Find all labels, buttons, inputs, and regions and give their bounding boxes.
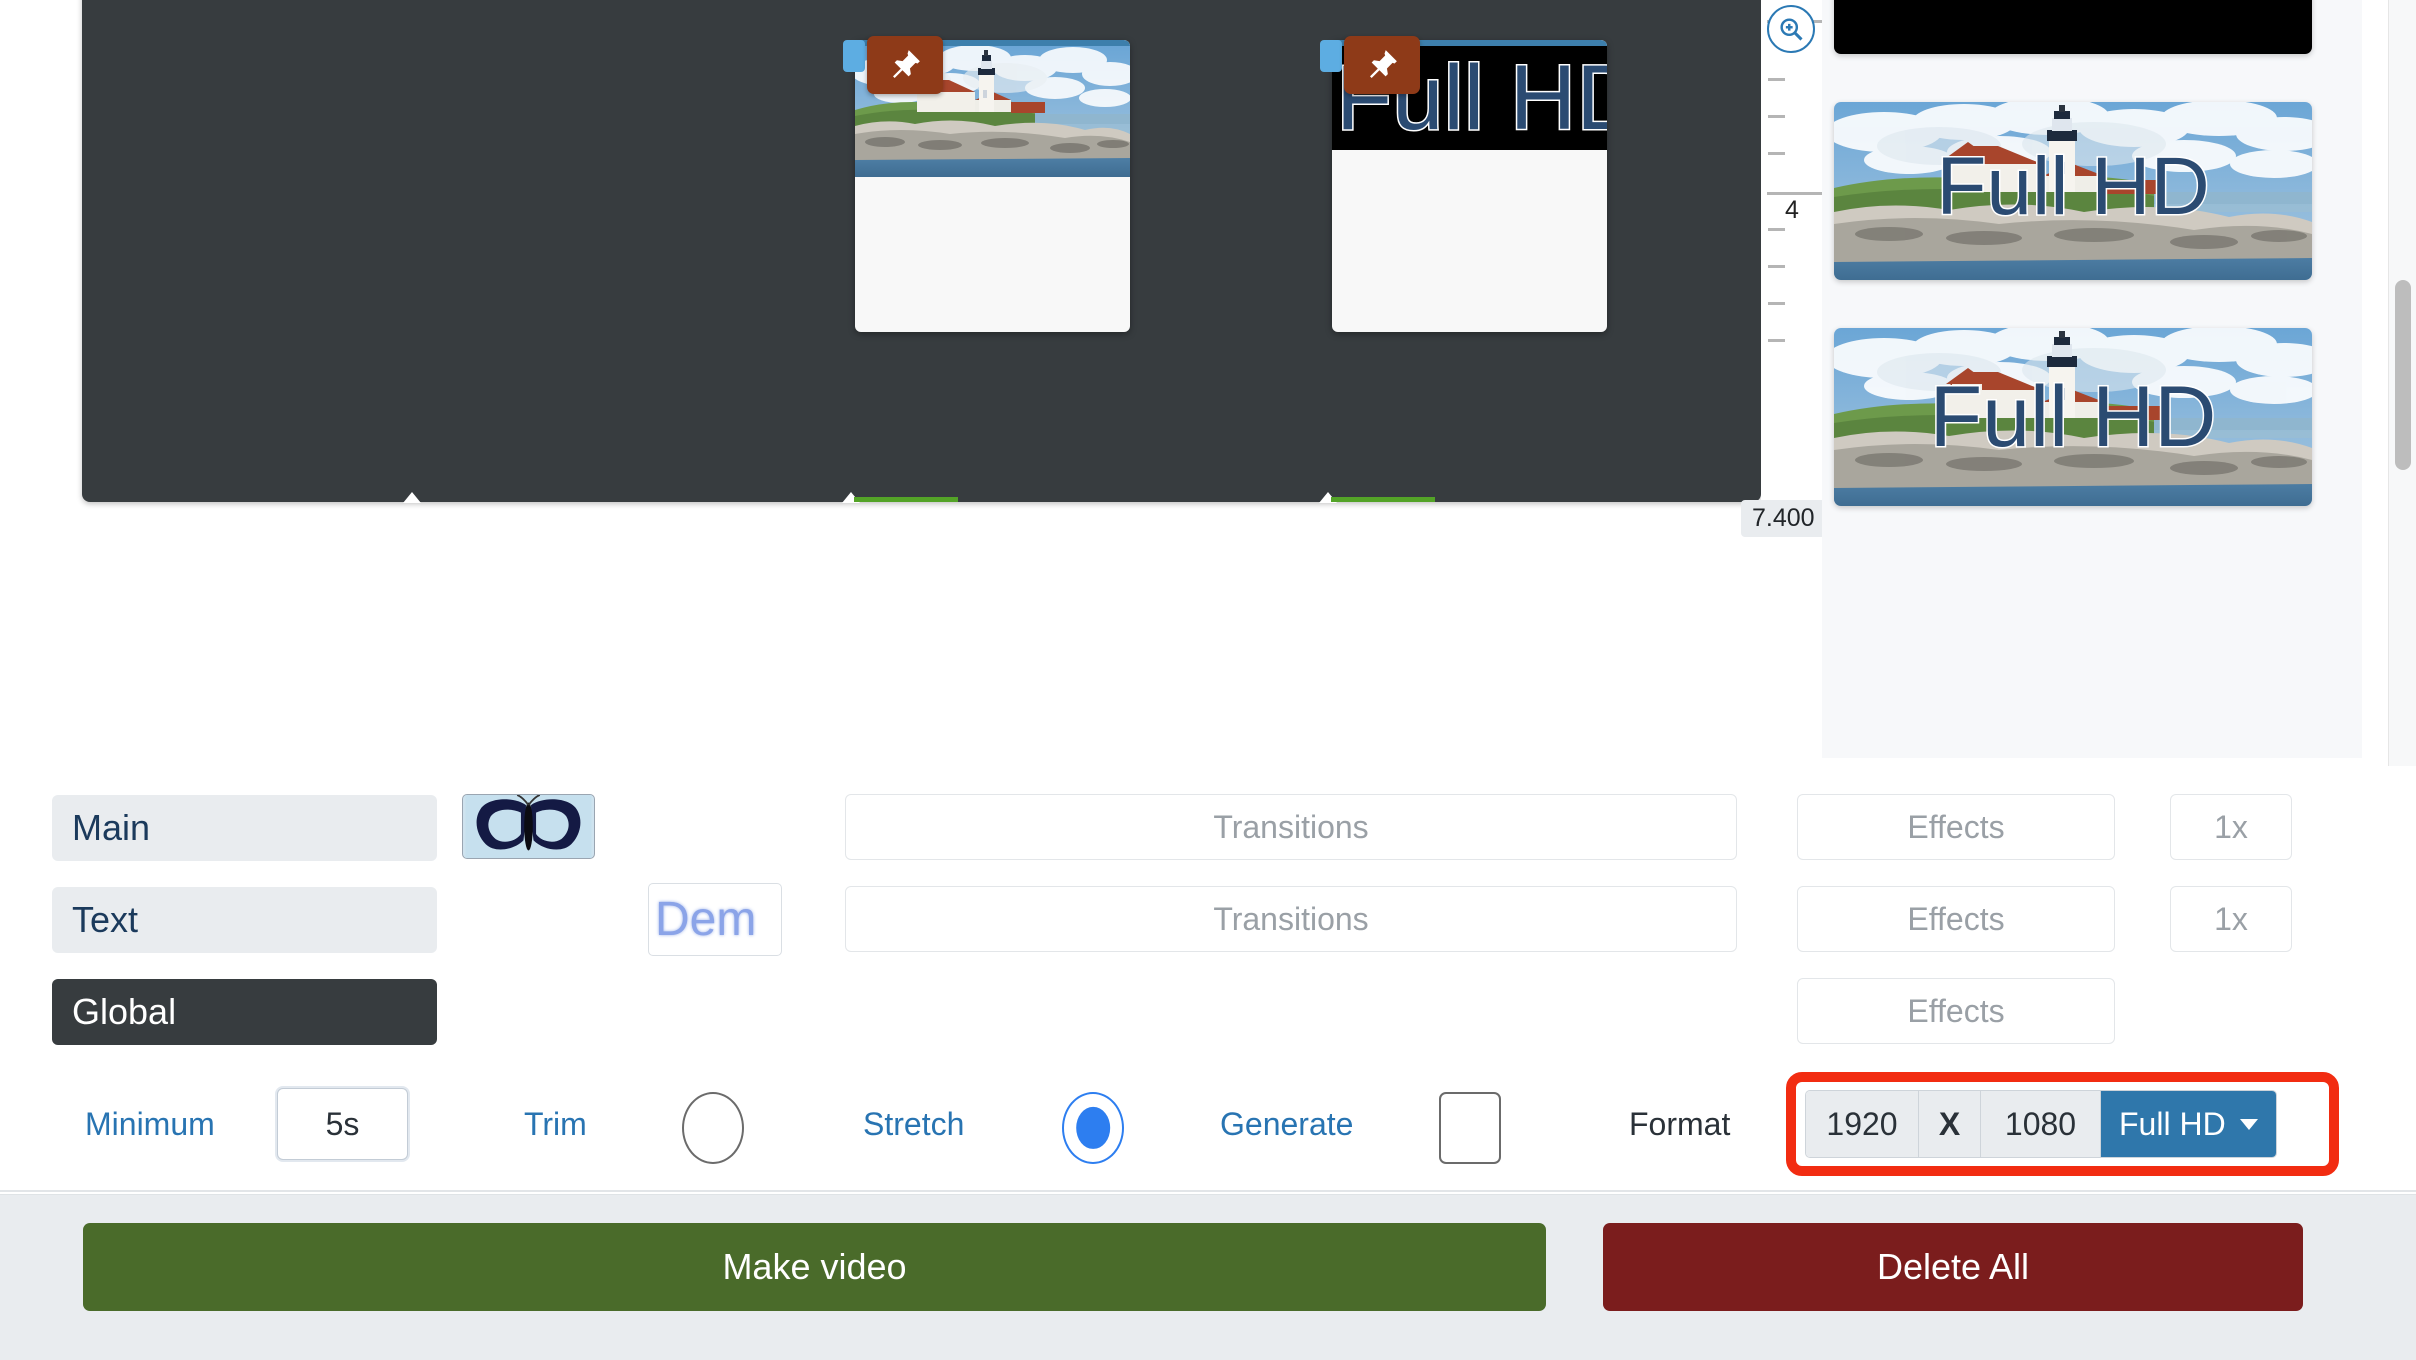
effects-button-main[interactable]: Effects [1797, 794, 2115, 860]
pin-icon[interactable] [1344, 36, 1420, 94]
preview-item[interactable]: Full HD [1834, 102, 2312, 280]
text-clip-chip[interactable]: Dem [648, 883, 782, 956]
track-tab-label: Text [72, 899, 139, 940]
format-group[interactable]: 1920 X 1080 Full HD [1805, 1090, 2277, 1158]
delete-all-button[interactable]: Delete All [1603, 1223, 2303, 1311]
track-tab-global[interactable]: Global [52, 979, 437, 1045]
clip-drag-handle[interactable] [843, 40, 865, 72]
track-tab-label: Global [72, 991, 177, 1032]
butterfly-icon[interactable] [462, 794, 595, 859]
ruler-tick-label: 4 [1785, 196, 1799, 224]
ruler-tick [1768, 339, 1785, 342]
track-tab-text[interactable]: Text [52, 887, 437, 953]
zoom-in-icon[interactable] [1767, 5, 1815, 53]
footer-divider [0, 1190, 2416, 1192]
ruler-tick [1768, 115, 1785, 118]
ruler-tick [1768, 302, 1785, 305]
make-video-button[interactable]: Make video [83, 1223, 1546, 1311]
minimum-duration-input[interactable]: 5s [277, 1088, 408, 1160]
effects-label: Effects [1907, 992, 2005, 1029]
track-tab-main[interactable]: Main [52, 795, 437, 861]
effects-button-text[interactable]: Effects [1797, 886, 2115, 952]
stretch-label: Stretch [863, 1105, 965, 1142]
format-separator: X [1919, 1091, 1981, 1157]
effects-button-global[interactable]: Effects [1797, 978, 2115, 1044]
minimum-label: Minimum [85, 1105, 215, 1142]
timeline-ruler[interactable]: 4 7.400 [1741, 0, 1826, 537]
timeline-end-time: 7.400 [1741, 500, 1826, 537]
track-tab-label: Main [72, 807, 151, 848]
timeline-clip-bar [1331, 497, 1435, 502]
ruler-tick [1768, 152, 1785, 155]
footer-bar: Make video Delete All [0, 1194, 2416, 1360]
preview-item[interactable]: Full HD [1834, 328, 2312, 506]
text-clip-value: Dem [655, 893, 757, 946]
timeline-clip-2[interactable]: Full HD [1320, 36, 1607, 332]
transitions-label: Transitions [1213, 900, 1369, 937]
generate-checkbox[interactable] [1439, 1092, 1501, 1164]
preview-strip[interactable]: Full HD Full HD [1822, 0, 2362, 758]
preview-item-black[interactable] [1834, 0, 2312, 54]
format-height-input[interactable]: 1080 [1981, 1091, 2101, 1157]
ruler-tick [1768, 228, 1785, 231]
speed-label: 1x [2214, 900, 2248, 937]
make-video-label: Make video [722, 1246, 907, 1287]
vertical-scrollbar[interactable] [2388, 0, 2416, 766]
format-preset-dropdown[interactable]: Full HD [2101, 1091, 2276, 1157]
ruler-tick [1768, 265, 1785, 268]
ruler-tick [1768, 78, 1785, 81]
app-root: Full HD 4 7.400 [0, 0, 2416, 1360]
format-preset-label: Full HD [2119, 1105, 2226, 1142]
preview-overlay-text: Full HD [1928, 369, 2218, 465]
stretch-radio[interactable] [1062, 1092, 1124, 1164]
generate-label: Generate [1220, 1105, 1354, 1142]
preview-overlay-text: Full HD [1935, 140, 2211, 232]
timeline-clip-bar [854, 497, 958, 502]
transitions-label: Transitions [1213, 808, 1369, 845]
delete-all-label: Delete All [1876, 1246, 2030, 1287]
speed-button-main[interactable]: 1x [2170, 794, 2292, 860]
effects-label: Effects [1907, 808, 2005, 845]
trim-label: Trim [524, 1105, 587, 1142]
pin-icon[interactable] [867, 36, 943, 94]
transitions-button-main[interactable]: Transitions [845, 794, 1737, 860]
timeline-marker [403, 492, 421, 503]
timeline-clip-1[interactable] [843, 36, 1130, 332]
chevron-down-icon [2239, 1118, 2258, 1130]
format-label: Format [1629, 1105, 1731, 1142]
transitions-button-text[interactable]: Transitions [845, 886, 1737, 952]
clip-drag-handle[interactable] [1320, 40, 1342, 72]
speed-label: 1x [2214, 808, 2248, 845]
effects-label: Effects [1907, 900, 2005, 937]
speed-button-text[interactable]: 1x [2170, 886, 2292, 952]
format-width-input[interactable]: 1920 [1806, 1091, 1919, 1157]
ruler-tick-major [1767, 192, 1825, 195]
radio-dot [1076, 1106, 1110, 1150]
trim-radio[interactable] [682, 1092, 744, 1164]
scrollbar-thumb[interactable] [2395, 280, 2411, 470]
